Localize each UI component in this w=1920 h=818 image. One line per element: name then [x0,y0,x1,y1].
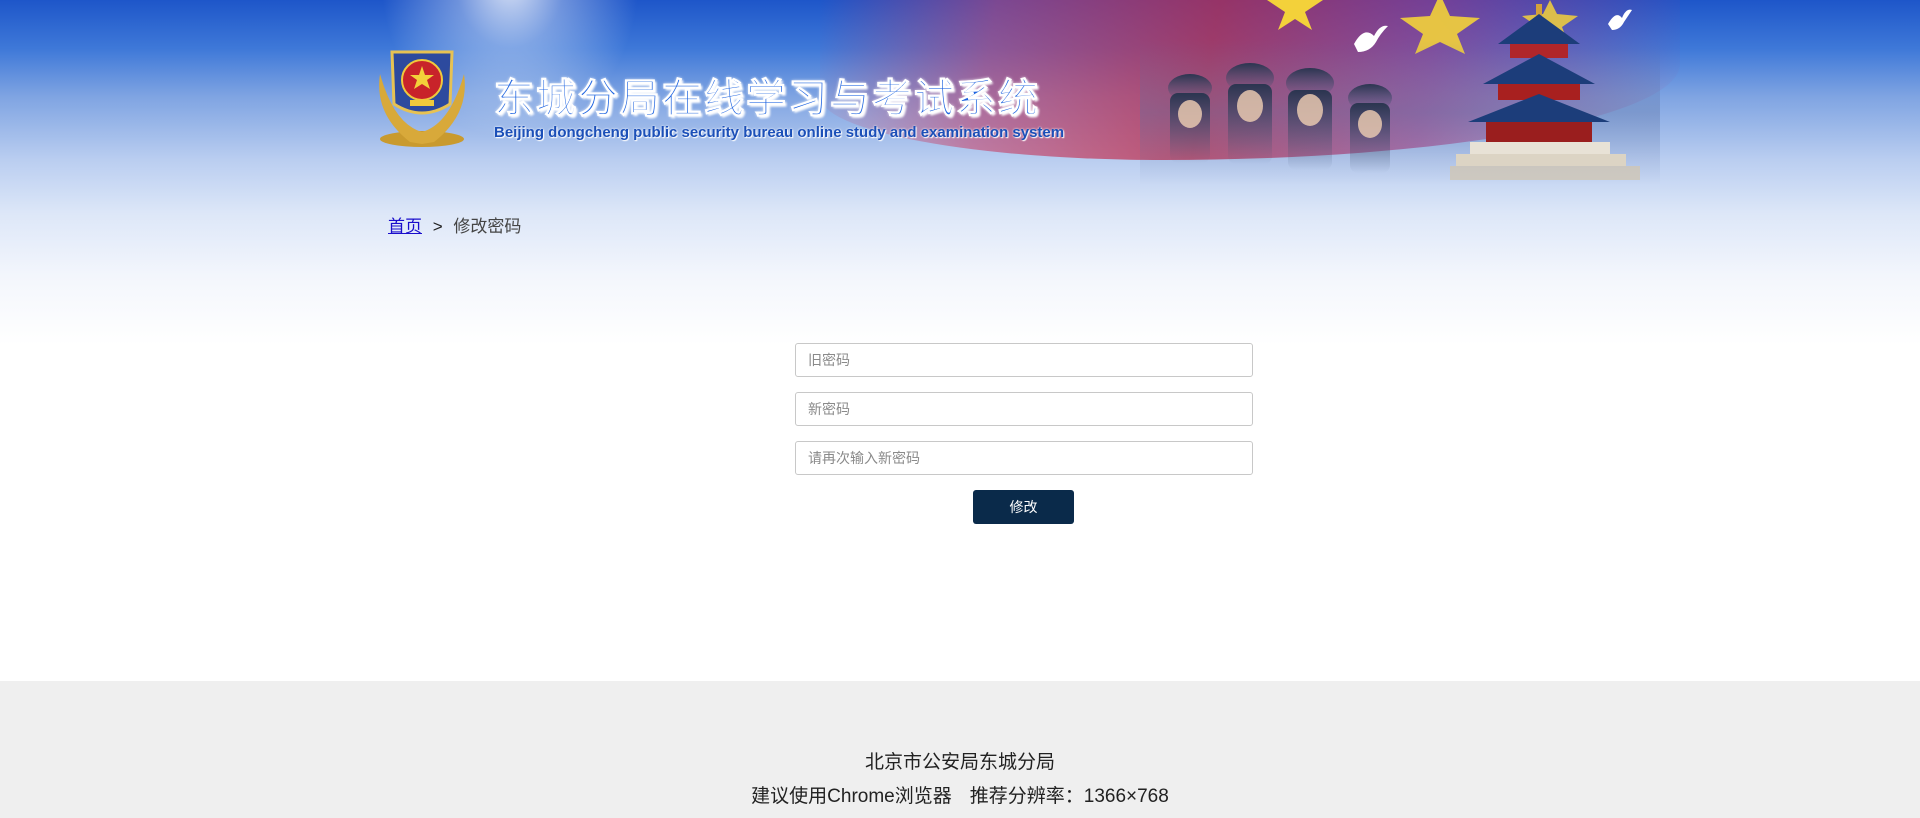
change-password-form: 修改 [795,343,1253,524]
footer-browser-tip: 建议使用Chrome浏览器 [751,786,952,807]
footer-resolution-tip: 推荐分辨率：1366×768 [969,786,1169,807]
flag-star-icon [1267,0,1323,30]
footer-org-name: 北京市公安局东城分局 [864,752,1055,773]
submit-button[interactable]: 修改 [973,490,1074,524]
old-password-input[interactable] [795,343,1253,377]
page-title: 东城分局在线学习与考试系统 [494,76,1040,123]
new-password-input[interactable] [795,392,1253,426]
breadcrumb: 首页 > 修改密码 [388,212,521,237]
footer: 北京市公安局东城分局 建议使用Chrome浏览器 推荐分辨率：1366×768 [0,681,1920,818]
dove-icon [1354,25,1388,52]
breadcrumb-home-link[interactable]: 首页 [388,217,422,236]
police-emblem-icon [379,50,465,147]
footer-tips: 建议使用Chrome浏览器 推荐分辨率：1366×768 [0,781,1920,808]
dove-icon [1608,9,1632,30]
officers-image [1168,63,1392,173]
confirm-password-input[interactable] [795,441,1253,475]
header-banner: 东城分局在线学习与考试系统 Beijing dongcheng public s… [0,0,1920,345]
page-subtitle: Beijing dongcheng public security bureau… [494,124,1065,141]
breadcrumb-separator: > [432,217,443,236]
breadcrumb-current: 修改密码 [453,217,522,236]
